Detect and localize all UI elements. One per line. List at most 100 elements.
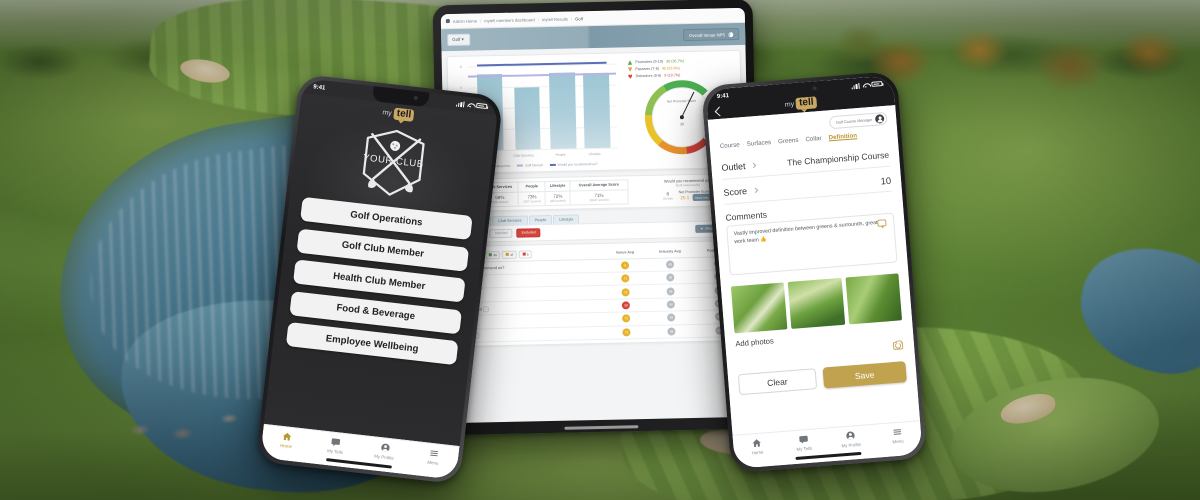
results-table-card: 84 20 37 5 Venue Avg Industry Avg Podium… [450, 239, 747, 348]
industry-score-dot: 68 [667, 327, 676, 336]
breadcrumb-separator: · [823, 134, 827, 142]
photo-thumbnails [730, 273, 903, 334]
breadcrumb-item-surfaces[interactable]: Surfaces [747, 139, 772, 148]
person-icon [846, 431, 855, 440]
breadcrumb-item-greens[interactable]: Greens [778, 137, 799, 146]
tab-menu[interactable]: Menu [873, 425, 921, 445]
tab-people[interactable]: People [528, 214, 553, 225]
industry-score-dot: 68 [666, 260, 675, 269]
camera-icon[interactable] [892, 341, 904, 351]
included-toggle[interactable]: Included [489, 228, 513, 238]
chip-stars[interactable]: 37 [502, 250, 518, 259]
nps-stat: Net Promoter Score® 25.1 more info [679, 190, 714, 202]
overall-venue-nps-button[interactable]: Overall Venue NPS [682, 27, 740, 42]
excluded-toggle[interactable]: Excluded [516, 227, 541, 238]
venue-score-dot: 72 [621, 288, 630, 297]
row-venue-avg: 8 [604, 258, 647, 273]
legend-label: categories [495, 163, 511, 169]
col-venue-avg: Venue Avg [603, 245, 646, 260]
venue-dropdown[interactable]: Golf ▾ [447, 33, 470, 47]
row-industry-avg: 68 [645, 257, 695, 272]
chip-thumbs-up[interactable]: 20 [485, 250, 501, 260]
tab-home[interactable]: Home [261, 429, 312, 451]
phone-left-frame: 9:41 my tell YOUR CLUB Golf Operations G… [255, 73, 504, 485]
y-tick-6: 6 [460, 85, 463, 90]
breadcrumb-separator: / [570, 15, 573, 22]
status-time: 9:41 [716, 92, 730, 100]
tab-menu[interactable]: Menu [408, 446, 459, 468]
breadcrumb-item-0[interactable]: Admin Home [453, 18, 477, 24]
add-photos-label[interactable]: Add photos [735, 336, 774, 348]
save-button[interactable]: Save [822, 361, 907, 389]
phone-left-screen: 9:41 my tell YOUR CLUB Golf Operations G… [260, 78, 499, 480]
tab-home[interactable]: Home [733, 436, 781, 456]
tab-club-services[interactable]: Club Services [492, 215, 528, 225]
venue-score-dot: 8 [621, 261, 630, 270]
breadcrumb-item-course[interactable]: Course [720, 141, 740, 150]
expand-chevron-icon[interactable]: › [482, 305, 490, 312]
person-icon [380, 443, 390, 452]
legend-item-recommend: Would you recommend us? [549, 162, 598, 167]
chevron-right-icon [750, 162, 757, 169]
photo-thumbnail[interactable] [845, 273, 903, 325]
nps-legend: Promoters (9-10) 30 (35.7%) Passives (7-… [626, 55, 736, 79]
clear-button[interactable]: Clear [737, 368, 817, 396]
outlet-label: Outlet [721, 161, 746, 173]
breadcrumb-separator: · [800, 136, 804, 144]
comments-text: Vastly improved definition between green… [733, 219, 878, 245]
kpi-header-lifestyle: Lifestyle [545, 181, 571, 192]
breadcrumb-item-2[interactable]: mytell Results [542, 16, 568, 22]
kpi-header-people: People [518, 181, 546, 192]
legend-swatch-line-icon [517, 164, 524, 167]
row-industry-avg: 68 [646, 283, 696, 299]
industry-score-dot: 68 [666, 287, 675, 296]
tab-my-tells[interactable]: My Tells [780, 433, 828, 453]
user-role-chip[interactable]: Golf Course Manager [828, 111, 888, 130]
phone-right-device: my tell 9:41 Golf Course Manager Course … [701, 70, 927, 474]
heart-icon [628, 74, 633, 79]
nps-detractors-row: Detractors (0-6) 9 (10.7%) [628, 72, 734, 79]
wifi-icon [467, 101, 475, 108]
app-logo-mytell: my tell [784, 96, 818, 110]
industry-score-dot: 66 [666, 300, 676, 309]
outlet-value: The Championship Course [786, 149, 890, 168]
tab-my-profile[interactable]: My Profile [827, 429, 875, 449]
chip-hearts[interactable]: 5 [518, 250, 533, 259]
tab-my-tells-label: My Tells [796, 445, 813, 452]
bar-people [549, 72, 577, 149]
photo-thumbnail[interactable] [730, 282, 788, 334]
breadcrumb-item-1[interactable]: mytell members dashboard [484, 17, 535, 23]
star-icon [505, 253, 509, 257]
row-venue-avg: 58 [605, 298, 648, 313]
tablet-home-indicator [564, 425, 639, 430]
kpi-cell-people: 73% (207 scores) [518, 191, 546, 206]
brand-prefix: my [382, 109, 393, 118]
photo-thumbnail[interactable] [788, 277, 845, 329]
tab-my-tells[interactable]: My Tells [310, 434, 361, 456]
tab-lifestyle[interactable]: Lifestyle [553, 214, 580, 224]
tab-menu-label: Menu [427, 459, 439, 466]
breadcrumb-item-3: Golf [575, 15, 583, 21]
chevron-down-icon: ▾ [461, 36, 464, 42]
venue-score-dot: 72 [622, 328, 631, 337]
breadcrumb-item-collar[interactable]: Collar [805, 135, 822, 143]
kpi-cell-lifestyle: 72% (83 scores) [545, 190, 571, 206]
nps-detractors-value: 9 (10.7%) [664, 73, 681, 78]
comment-bubble-icon [877, 219, 887, 227]
tab-my-profile[interactable]: My Profile [359, 440, 410, 462]
nps-passives-row: Passives (7-8) 45 (53.6%) [628, 65, 734, 72]
tab-my-tells-label: My Tells [326, 447, 344, 455]
overall-venue-nps-label: Overall Venue NPS [689, 31, 726, 38]
cellular-bars-icon [851, 82, 860, 89]
comments-input[interactable]: Vastly improved definition between green… [726, 212, 898, 276]
back-chevron-icon[interactable] [714, 106, 725, 117]
nps-promoters-value: 30 (35.7%) [666, 59, 685, 64]
phone-right-screen: my tell 9:41 Golf Course Manager Course … [705, 75, 923, 469]
y-tick-8: 8 [459, 64, 462, 69]
tab-home-label: Home [751, 449, 764, 455]
down-triangle-icon [628, 67, 633, 72]
hamburger-menu-icon [430, 450, 438, 457]
tab-home-label: Home [280, 442, 293, 449]
club-crest-logo: YOUR CLUB [342, 114, 443, 211]
tab-my-profile-label: My Profile [374, 453, 395, 461]
